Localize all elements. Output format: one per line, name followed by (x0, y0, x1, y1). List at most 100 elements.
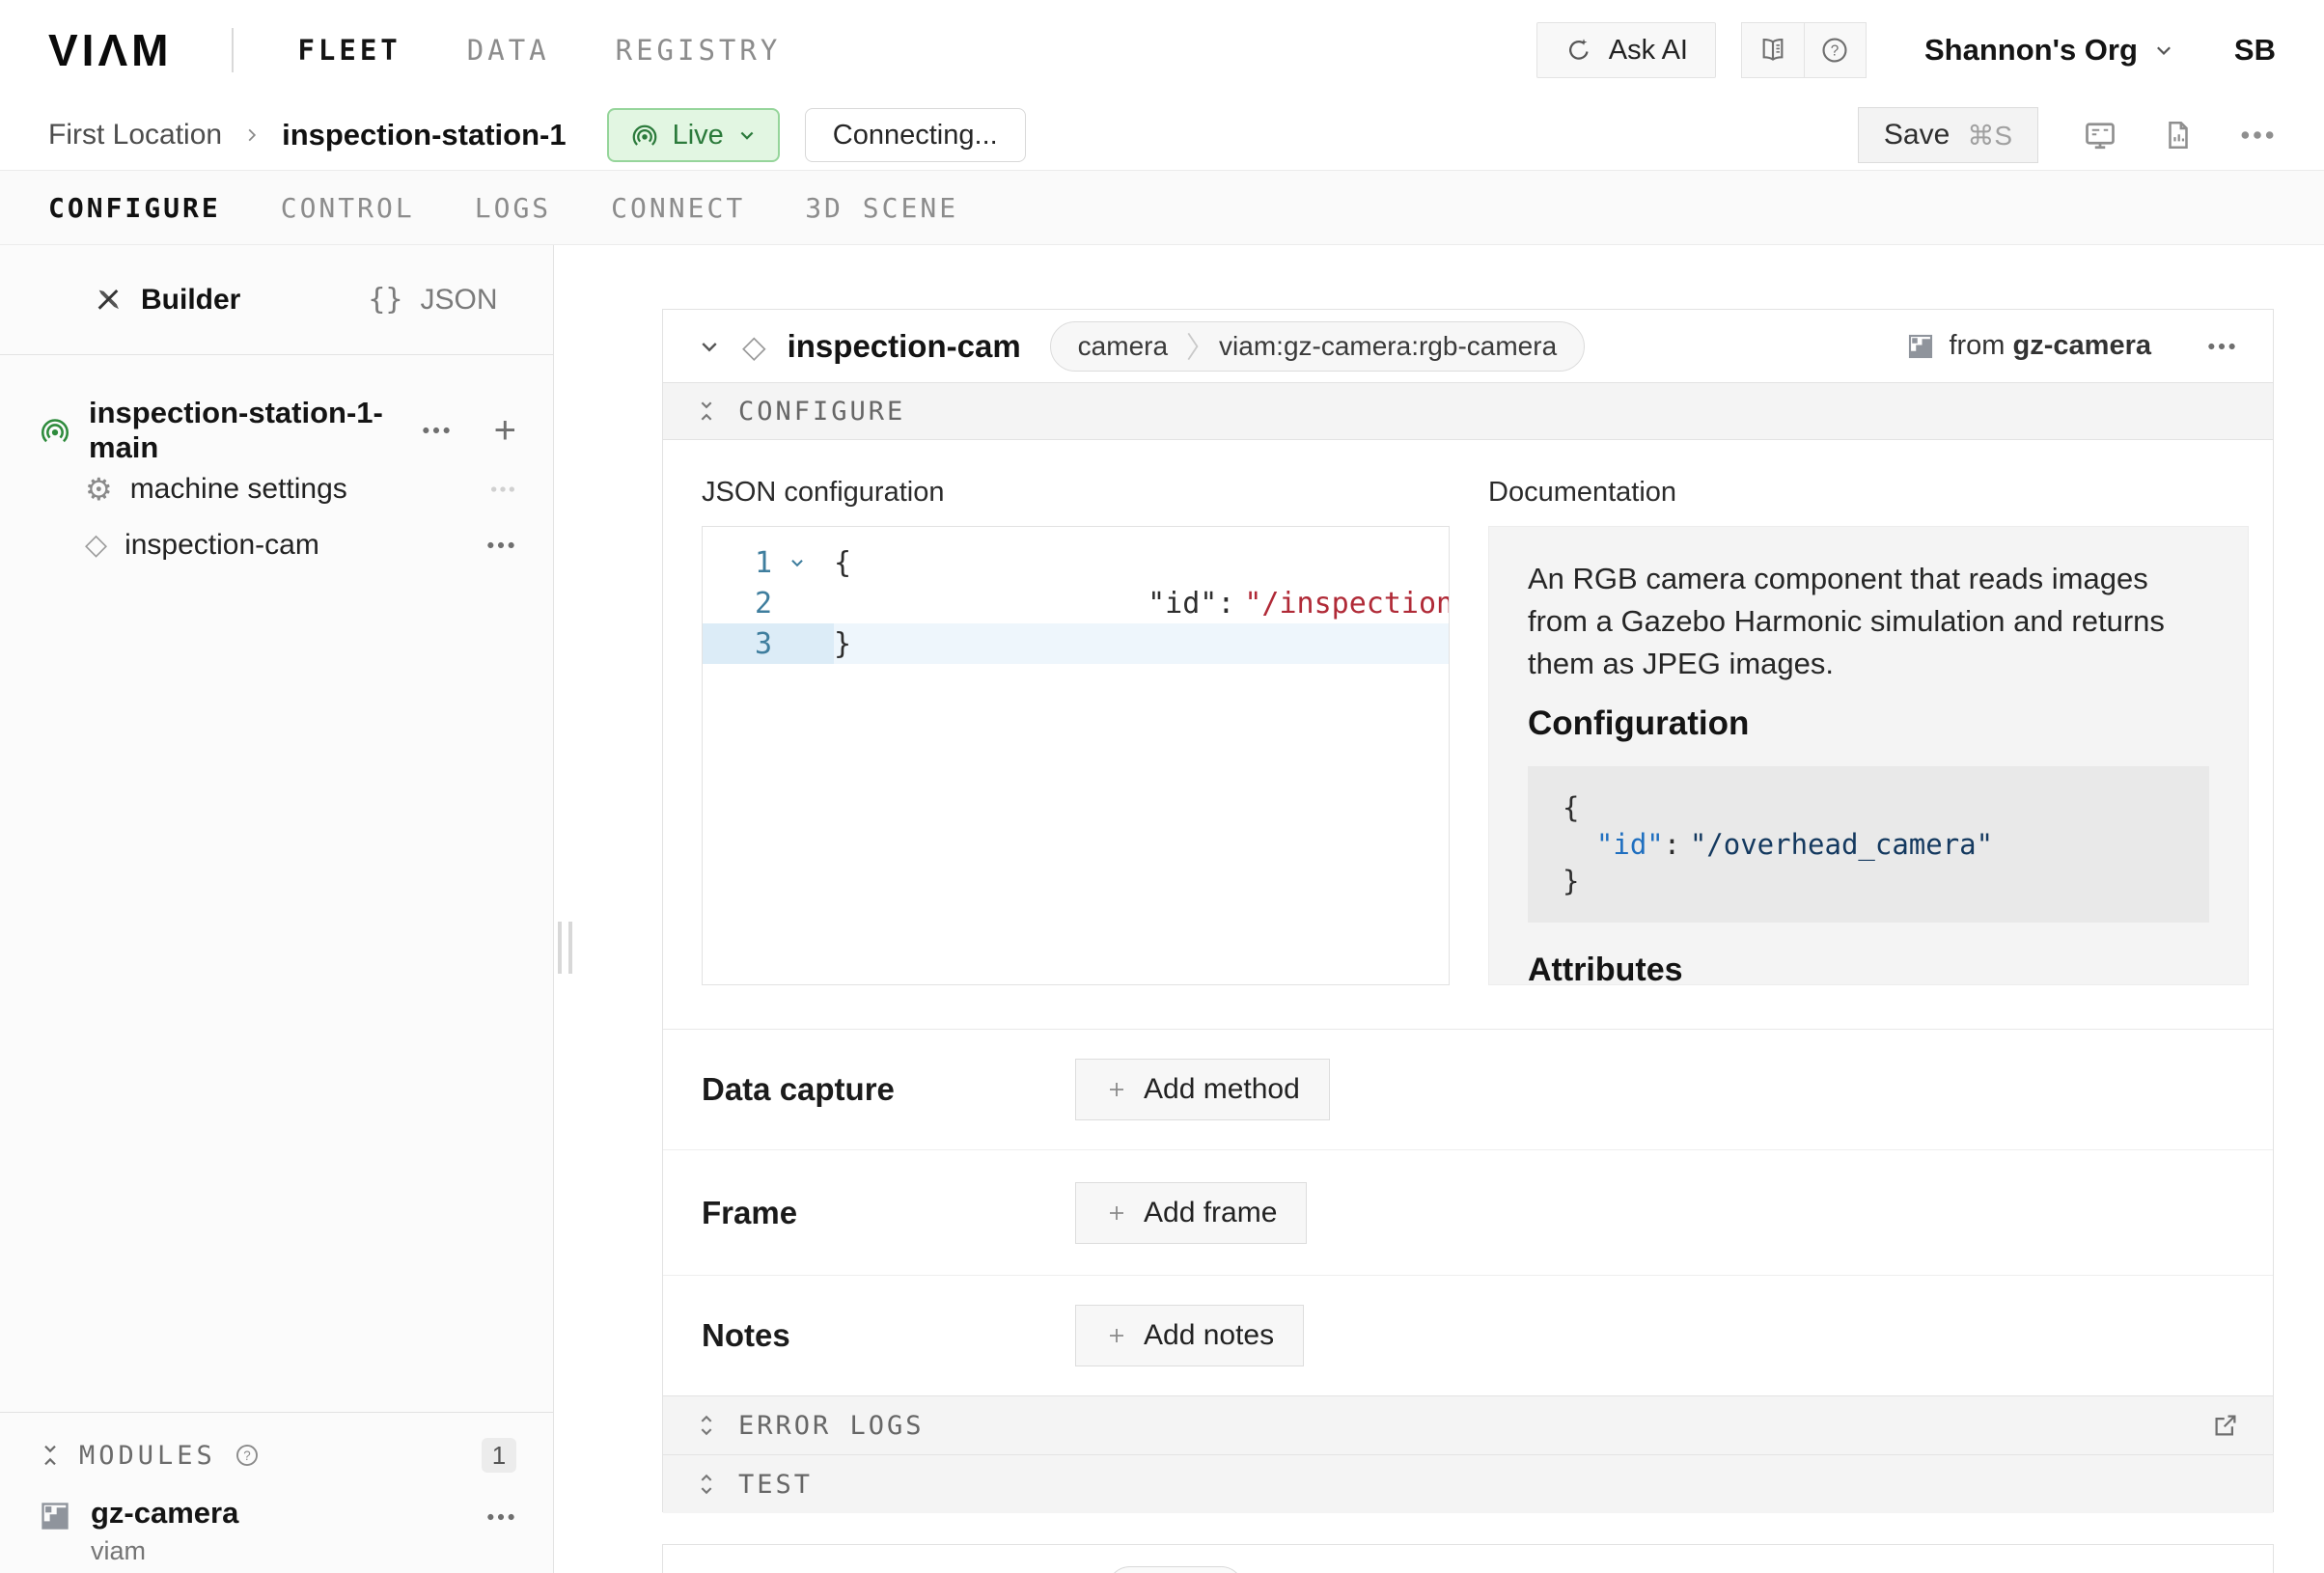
machine-settings-label: machine settings (130, 473, 347, 506)
machine-bar: First Location inspection-station-1 Live… (0, 100, 2324, 170)
json-config-editor[interactable]: 1 { 2 "id":"/inspection_ (702, 526, 1450, 985)
documentation-book-icon[interactable] (1742, 23, 1804, 77)
breadcrumb-chevron-icon (243, 126, 261, 144)
machine-page-monitor-icon[interactable] (2083, 118, 2117, 152)
machine-bar-actions: Save ⌘S (1858, 107, 2276, 163)
module-card-gz-camera: gz-camera by viam module Registry (662, 1544, 2274, 1573)
machine-report-file-icon[interactable] (2162, 119, 2195, 152)
sidebar-item-inspection-cam[interactable]: ◇ inspection-cam (0, 517, 553, 573)
tab-connect[interactable]: CONNECT (611, 192, 745, 224)
modules-header[interactable]: MODULES ? 1 (39, 1438, 516, 1473)
code-close-brace: } (834, 627, 851, 661)
line-number: 2 (703, 587, 772, 621)
chevron-down-icon[interactable] (698, 335, 721, 358)
help-question-icon[interactable]: ? (1804, 23, 1866, 77)
json-label: JSON (420, 284, 497, 317)
frame-label: Frame (702, 1195, 1075, 1231)
component-type: camera (1078, 331, 1168, 362)
doc-code-value: "/overhead_camera" (1690, 828, 1993, 861)
frame-section: Frame Add frame (663, 1149, 2273, 1275)
sidebar-item-machine-settings[interactable]: ⚙ machine settings (0, 461, 553, 517)
viam-logo[interactable]: VIΛM (48, 24, 172, 76)
breadcrumb-location[interactable]: First Location (48, 119, 222, 152)
tab-logs[interactable]: LOGS (475, 192, 551, 224)
expand-icon (696, 1471, 717, 1498)
add-frame-label: Add frame (1144, 1197, 1277, 1229)
machine-settings-menu-icon[interactable] (489, 485, 516, 493)
component-name: inspection-cam (788, 328, 1021, 365)
inspection-cam-menu-icon[interactable] (485, 541, 516, 549)
add-method-button[interactable]: Add method (1075, 1059, 1330, 1120)
add-component-icon[interactable]: + (494, 411, 516, 450)
sidebar-module-gz-camera[interactable]: gz-camera viam (39, 1496, 516, 1566)
chevron-down-icon (737, 125, 757, 145)
documentation-label: Documentation (1488, 477, 2249, 509)
nav-fleet[interactable]: FLEET (297, 34, 401, 67)
notes-label: Notes (702, 1317, 1075, 1354)
svg-text:?: ? (243, 1449, 250, 1463)
json-mode-toggle[interactable]: {} JSON (368, 283, 497, 317)
data-capture-section: Data capture Add method (663, 1029, 2273, 1149)
configure-body: JSON configuration 1 { 2 (663, 440, 2273, 1029)
nav-data[interactable]: DATA (467, 34, 550, 67)
add-frame-button[interactable]: Add frame (1075, 1182, 1307, 1244)
help-group: ? (1741, 22, 1867, 78)
chevron-down-icon (2153, 40, 2174, 61)
component-menu-icon[interactable] (2205, 343, 2238, 350)
add-notes-button[interactable]: Add notes (1075, 1305, 1304, 1366)
from-label: from (1949, 330, 2005, 361)
component-diamond-icon: ◇ (85, 531, 107, 560)
tab-control[interactable]: CONTROL (281, 192, 415, 224)
module-icon (39, 1500, 71, 1532)
module-menu-icon[interactable] (485, 1513, 516, 1521)
connecting-button[interactable]: Connecting... (805, 108, 1026, 162)
configure-section-label: CONFIGURE (738, 397, 905, 427)
json-braces-icon: {} (368, 283, 402, 317)
org-switcher[interactable]: Shannon's Org (1924, 33, 2174, 68)
documentation-description: An RGB camera component that reads image… (1528, 558, 2209, 685)
component-type-pill: camera viam:gz-camera:rgb-camera (1050, 321, 1585, 372)
builder-json-toggle: Builder {} JSON (0, 245, 553, 355)
from-module-info: from gz-camera (1906, 330, 2151, 362)
broadcast-icon (630, 121, 659, 150)
ask-ai-button[interactable]: Ask AI (1536, 22, 1716, 78)
save-label: Save (1884, 119, 1950, 152)
module-icon (1906, 332, 1935, 361)
line-number: 1 (703, 546, 772, 580)
fold-chevron-icon[interactable] (772, 554, 822, 571)
json-configuration-column: JSON configuration 1 { 2 (702, 477, 1450, 985)
save-button[interactable]: Save ⌘S (1858, 107, 2038, 163)
module-org: viam (91, 1536, 238, 1566)
root-part-name: inspection-station-1-main (89, 396, 403, 465)
error-logs-label: ERROR LOGS (738, 1411, 925, 1441)
more-options-icon[interactable] (2239, 130, 2276, 140)
save-shortcut: ⌘S (1967, 120, 2012, 152)
doc-code-colon: : (1664, 828, 1680, 861)
modules-count-badge: 1 (482, 1438, 516, 1473)
notes-section: Notes Add notes (663, 1275, 2273, 1395)
module-name: gz-camera (91, 1496, 238, 1531)
nav-registry[interactable]: REGISTRY (616, 34, 782, 67)
tab-configure[interactable]: CONFIGURE (48, 192, 221, 224)
test-bar[interactable]: TEST (663, 1454, 2273, 1513)
config-sidebar: Builder {} JSON inspection-station-1-mai… (0, 245, 554, 1573)
add-notes-label: Add notes (1144, 1319, 1274, 1352)
help-question-icon[interactable]: ? (234, 1442, 261, 1469)
expand-icon (696, 1412, 717, 1439)
tree-root-main-part[interactable]: inspection-station-1-main + (0, 400, 553, 461)
code-key: "id" (1148, 587, 1217, 621)
top-nav-links: FLEET DATA REGISTRY (297, 34, 781, 67)
builder-mode-toggle[interactable]: Builder (93, 284, 240, 317)
avatar[interactable]: SB (2234, 33, 2276, 68)
documentation-attributes-heading: Attributes (1528, 952, 2209, 985)
documentation-code-sample: { "id":"/overhead_camera" } (1528, 766, 2209, 923)
code-value: "/inspection_camera" (1244, 587, 1450, 621)
sidebar-resize-handle[interactable] (558, 922, 572, 974)
tab-3d-scene[interactable]: 3D SCENE (805, 192, 958, 224)
external-link-icon[interactable] (2211, 1411, 2240, 1440)
json-configuration-label: JSON configuration (702, 477, 1450, 509)
live-status-dropdown[interactable]: Live (607, 108, 780, 162)
configure-section-bar[interactable]: CONFIGURE (663, 382, 2273, 440)
part-menu-icon[interactable] (421, 427, 452, 434)
error-logs-bar[interactable]: ERROR LOGS (663, 1395, 2273, 1454)
